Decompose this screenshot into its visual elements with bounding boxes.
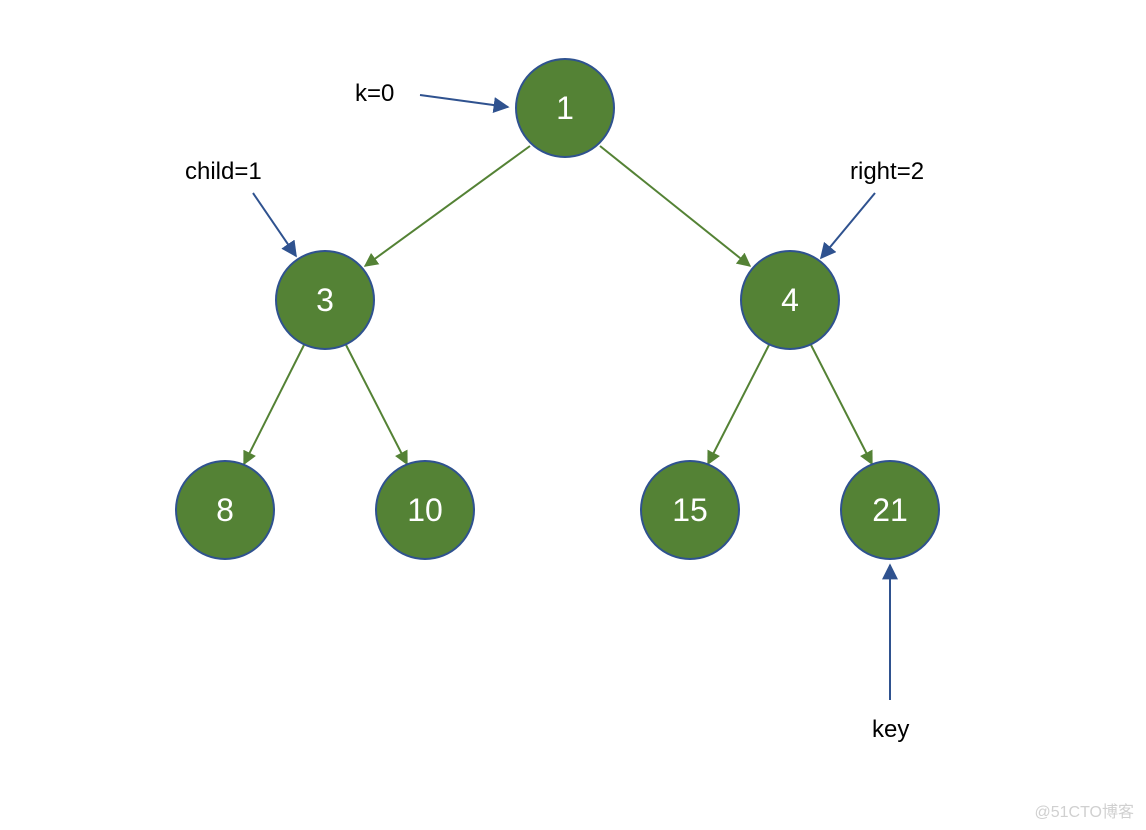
label-right: right=2 bbox=[850, 158, 924, 186]
tree-node-root: 1 bbox=[515, 58, 615, 158]
node-value: 21 bbox=[872, 492, 908, 529]
node-value: 10 bbox=[407, 492, 443, 529]
node-value: 1 bbox=[556, 90, 574, 127]
tree-node-leaf-0: 8 bbox=[175, 460, 275, 560]
label-key: key bbox=[872, 716, 909, 744]
label-child: child=1 bbox=[185, 158, 262, 186]
node-value: 8 bbox=[216, 492, 234, 529]
tree-node-leaf-1: 10 bbox=[375, 460, 475, 560]
label-k: k=0 bbox=[355, 80, 394, 108]
node-value: 4 bbox=[781, 282, 799, 319]
tree-node-left: 3 bbox=[275, 250, 375, 350]
tree-node-right: 4 bbox=[740, 250, 840, 350]
watermark: @51CTO博客 bbox=[1034, 798, 1134, 822]
tree-node-leaf-2: 15 bbox=[640, 460, 740, 560]
tree-node-leaf-3: 21 bbox=[840, 460, 940, 560]
node-value: 15 bbox=[672, 492, 708, 529]
node-value: 3 bbox=[316, 282, 334, 319]
